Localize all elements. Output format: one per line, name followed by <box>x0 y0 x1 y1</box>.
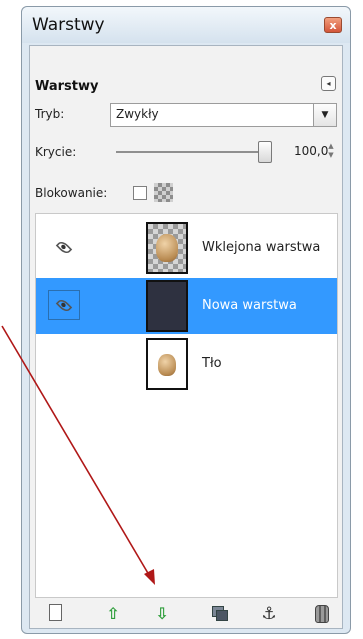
lower-layer-icon[interactable]: ⇩ <box>152 604 172 624</box>
opacity-label: Krycie: <box>35 145 77 159</box>
opacity-spin-arrows[interactable]: ▲ ▼ <box>326 142 336 162</box>
raise-layer-icon[interactable]: ⇧ <box>103 604 123 624</box>
eye-icon <box>55 296 73 314</box>
layer-row[interactable]: Nowa warstwa <box>36 278 337 334</box>
layer-name: Tło <box>202 356 222 371</box>
panel-title: Warstwy <box>35 79 99 94</box>
mode-value: Zwykły <box>116 107 159 121</box>
mode-label: Tryb: <box>35 107 65 121</box>
eye-icon <box>55 238 73 256</box>
window-title: Warstwy <box>32 15 105 35</box>
lock-label: Blokowanie: <box>35 186 108 200</box>
layers-window: Warstwy x Warstwy ◂ Tryb: Zwykły ▼ Kryci… <box>21 6 351 634</box>
layer-thumbnail <box>146 338 188 390</box>
panel-menu-button[interactable]: ◂ <box>321 76 336 91</box>
layers-dock: Warstwy ◂ Tryb: Zwykły ▼ Krycie: 100,0 ▲… <box>29 45 343 629</box>
layer-thumbnail <box>146 222 188 274</box>
duplicate-layer-icon[interactable] <box>211 604 231 624</box>
layer-thumbnail <box>146 280 188 332</box>
layer-toolbar: ⇧ ⇩ ⚓ <box>35 601 338 627</box>
visibility-toggle[interactable] <box>48 232 80 262</box>
opacity-slider-handle[interactable] <box>258 141 272 163</box>
new-layer-icon[interactable] <box>49 604 62 621</box>
layer-name: Wklejona warstwa <box>202 240 321 255</box>
layers-list: Wklejona warstwa Nowa warstwa Tło <box>35 213 338 598</box>
anchor-icon[interactable]: ⚓ <box>259 604 279 624</box>
cherub-image <box>158 354 176 376</box>
mode-select[interactable]: Zwykły ▼ <box>110 103 337 127</box>
layer-name: Nowa warstwa <box>202 298 297 313</box>
lock-alpha-icon[interactable] <box>154 183 173 202</box>
layer-row[interactable]: Tło <box>36 336 337 392</box>
tab-menu-icon: ◂ <box>326 79 331 88</box>
opacity-slider-track[interactable] <box>116 151 266 153</box>
layer-row[interactable]: Wklejona warstwa <box>36 220 337 276</box>
visibility-toggle[interactable] <box>48 290 80 320</box>
close-icon: x <box>329 18 337 32</box>
lock-pixels-checkbox[interactable] <box>133 186 147 200</box>
opacity-value[interactable]: 100,0 <box>294 144 328 158</box>
title-bar[interactable]: Warstwy x <box>22 7 350 43</box>
close-button[interactable]: x <box>324 17 342 33</box>
chevron-down-icon[interactable]: ▼ <box>313 104 336 126</box>
delete-layer-icon[interactable] <box>315 605 329 623</box>
cherub-image <box>156 234 178 262</box>
